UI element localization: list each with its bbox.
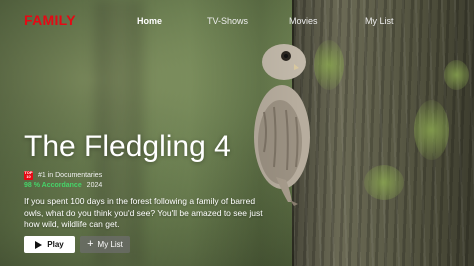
play-button[interactable]: Play: [24, 236, 75, 253]
nav-movies[interactable]: Movies: [289, 16, 318, 26]
play-label: Play: [47, 240, 64, 249]
match-score: 98 % Accordance: [24, 182, 82, 189]
top-navigation: FAMILY Home TV-Shows Movies My List: [0, 0, 474, 40]
my-list-label: My List: [97, 240, 123, 249]
moss-patch: [414, 100, 449, 160]
plus-icon: +: [87, 238, 94, 250]
show-title: The Fledgling 4: [24, 130, 231, 163]
rank-row: TOP 10 #1 in Documentaries: [24, 170, 102, 180]
rank-text: #1 in Documentaries: [38, 171, 103, 179]
top-10-badge-line2: 10: [26, 174, 31, 179]
nav-my-list[interactable]: My List: [365, 16, 394, 26]
my-list-button[interactable]: + My List: [80, 236, 130, 253]
meta-row: 98 % Accordance 2024: [24, 182, 102, 189]
moss-patch: [364, 165, 404, 200]
nav-home[interactable]: Home: [137, 16, 162, 26]
show-description: If you spent 100 days in the forest foll…: [24, 196, 263, 229]
play-icon: [35, 240, 43, 249]
moss-patch: [314, 40, 344, 90]
nav-tv-shows[interactable]: TV-Shows: [207, 16, 248, 26]
moss-patch: [444, 60, 469, 90]
release-year: 2024: [86, 182, 103, 189]
brand-logo[interactable]: FAMILY: [24, 12, 76, 28]
top-10-icon: TOP 10: [24, 170, 33, 180]
